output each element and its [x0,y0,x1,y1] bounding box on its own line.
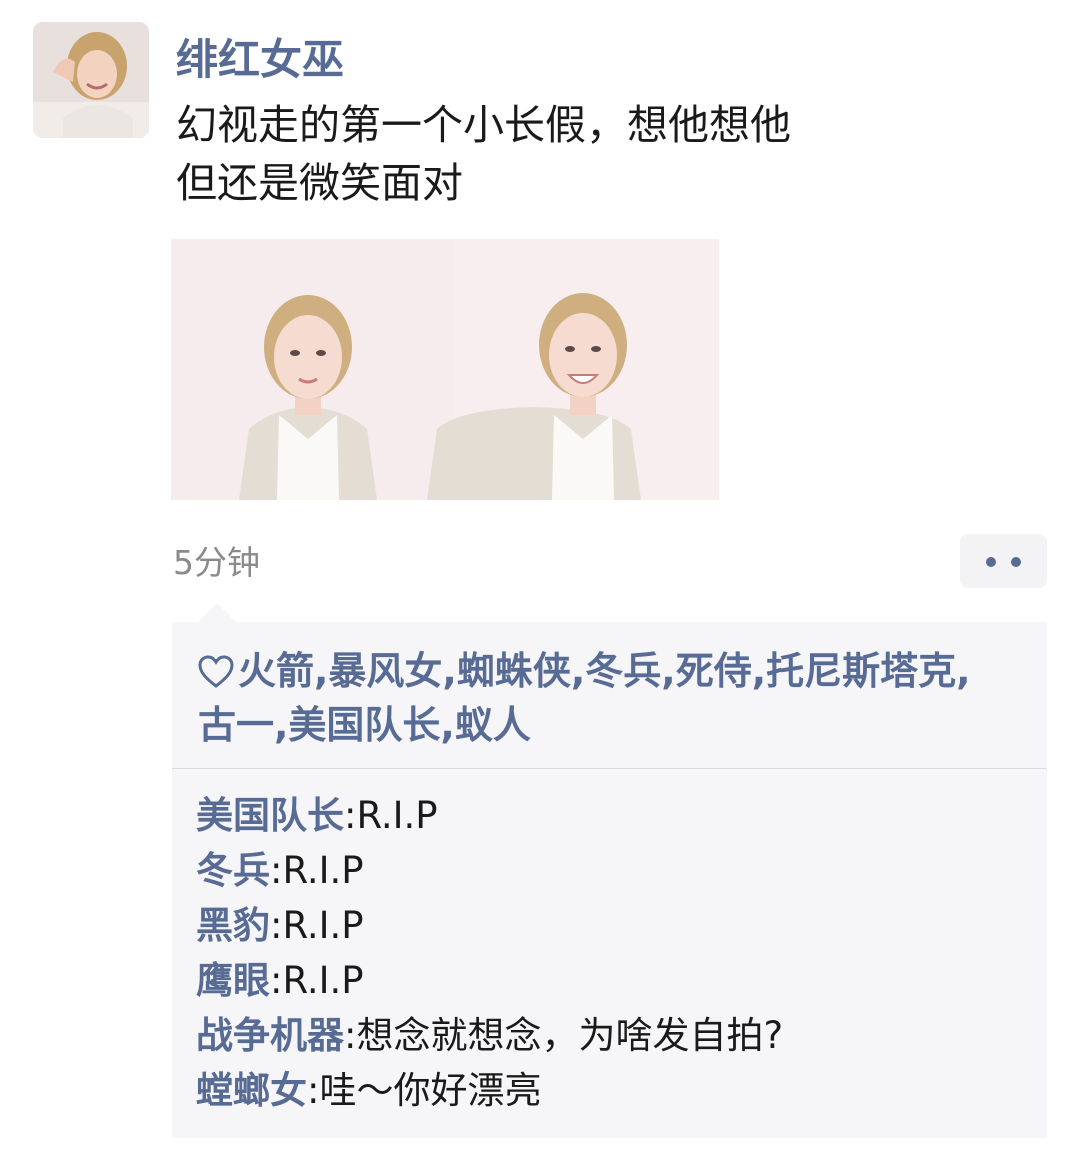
comment-author[interactable]: 冬兵 [196,849,270,892]
comments-list: 美国队长:R.I.P 冬兵:R.I.P 黑豹:R.I.P 鹰眼:R.I.P 战争… [196,788,1026,1118]
panel-pointer [198,603,236,622]
comment-separator: : [344,1014,357,1057]
comment-text: R.I.P [282,959,364,1002]
comment-text: 哇～你好漂亮 [319,1069,542,1112]
avatar-image [33,22,149,138]
interaction-panel: 火箭,暴风女,蜘蛛侠,冬兵,死侍,托尼斯塔克, 古一,美国队长,蚁人 美国队长:… [172,622,1047,1138]
comment-text: R.I.P [282,849,364,892]
post-text-line: 但还是微笑面对 [176,159,463,207]
comment-separator: : [307,1069,320,1112]
comment-item[interactable]: 战争机器:想念就想念，为啥发自拍? [196,1008,1026,1063]
selfie-collage-image [171,239,719,500]
comment-text: R.I.P [282,904,364,947]
more-options-icon [986,557,996,567]
comment-item[interactable]: 冬兵:R.I.P [196,843,1026,898]
comment-author[interactable]: 黑豹 [196,904,270,947]
comment-item[interactable]: 鹰眼:R.I.P [196,953,1026,1008]
comment-separator: : [270,959,283,1002]
more-options-icon [1011,557,1021,567]
heart-icon [198,655,234,688]
comment-author[interactable]: 鹰眼 [196,959,270,1002]
comment-separator: : [344,794,357,837]
post-text-line: 幻视走的第一个小长假，想他想他 [176,101,791,149]
comment-separator: : [270,849,283,892]
comment-text: 想念就想念，为啥发自拍? [356,1014,784,1057]
comment-author[interactable]: 螳螂女 [196,1069,307,1112]
more-options-button[interactable] [960,534,1047,588]
post-timestamp: 5分钟 [173,543,260,582]
username[interactable]: 绯红女巫 [176,30,344,90]
post-photo[interactable] [171,239,719,500]
divider [172,768,1047,769]
comment-item[interactable]: 美国队长:R.I.P [196,788,1026,843]
comment-item[interactable]: 黑豹:R.I.P [196,898,1026,953]
comment-item[interactable]: 螳螂女:哇～你好漂亮 [196,1063,1026,1118]
post-text: 幻视走的第一个小长假，想他想他 但还是微笑面对 [176,96,1036,212]
comment-text: R.I.P [356,794,438,837]
likes-names-line[interactable]: 火箭,暴风女,蜘蛛侠,冬兵,死侍,托尼斯塔克, [238,649,971,693]
comment-separator: : [270,904,283,947]
comment-author[interactable]: 美国队长 [196,794,344,837]
likes-names-line[interactable]: 古一,美国队长,蚁人 [198,703,531,747]
likes-list: 火箭,暴风女,蜘蛛侠,冬兵,死侍,托尼斯塔克, 古一,美国队长,蚁人 [198,644,1028,752]
moments-post: 绯红女巫 幻视走的第一个小长假，想他想他 但还是微笑面对 5分钟 火箭,暴风女,… [0,0,1080,1155]
comment-author[interactable]: 战争机器 [196,1014,344,1057]
avatar[interactable] [33,22,149,138]
